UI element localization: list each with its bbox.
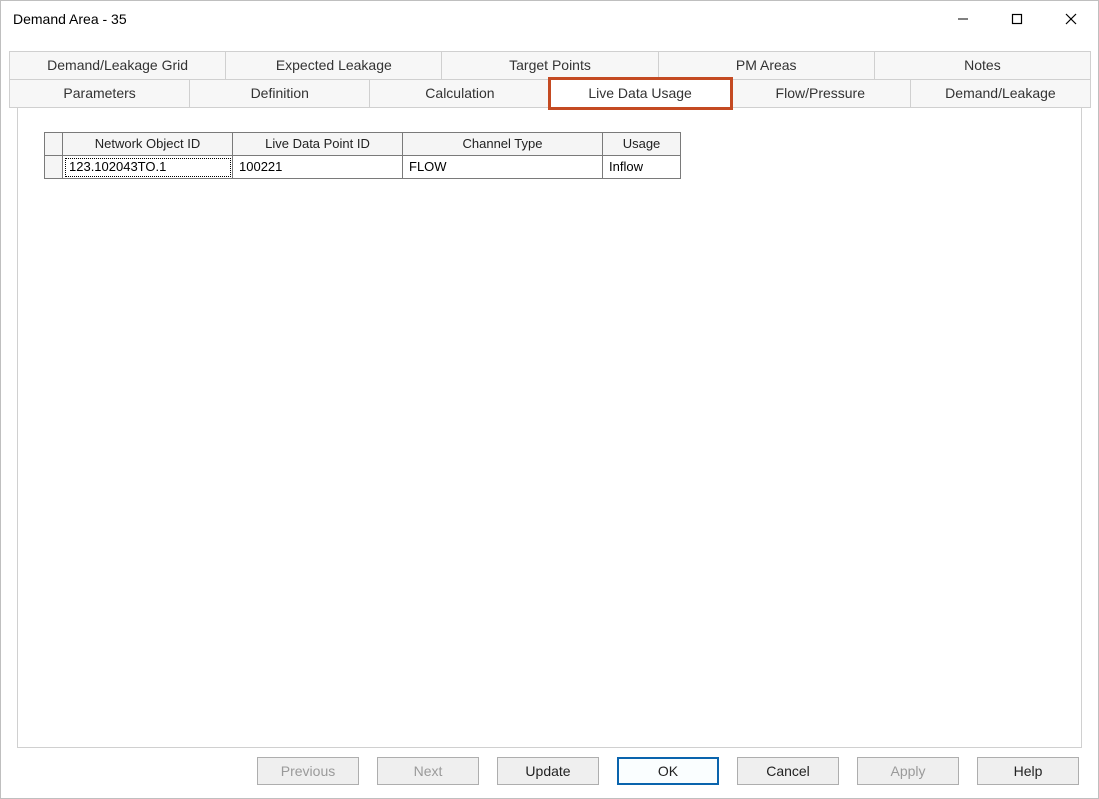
row-handle[interactable]: [45, 156, 63, 179]
ok-button[interactable]: OK: [617, 757, 719, 785]
cell-live-data-point-id[interactable]: 100221: [233, 156, 403, 179]
tab-demand-leakage-grid[interactable]: Demand/Leakage Grid: [9, 51, 226, 79]
tab-row-2: Parameters Definition Calculation Live D…: [9, 79, 1090, 108]
col-channel-type[interactable]: Channel Type: [403, 133, 603, 156]
tab-container: Demand/Leakage Grid Expected Leakage Tar…: [9, 51, 1090, 748]
maximize-icon: [1011, 13, 1023, 25]
col-usage[interactable]: Usage: [603, 133, 681, 156]
window-title: Demand Area - 35: [13, 11, 127, 27]
table-row[interactable]: 123.102043TO.1 100221 FLOW Inflow: [45, 156, 681, 179]
cell-network-object-id[interactable]: 123.102043TO.1: [63, 156, 233, 179]
tab-calculation[interactable]: Calculation: [369, 79, 550, 108]
col-network-object-id[interactable]: Network Object ID: [63, 133, 233, 156]
tab-target-points[interactable]: Target Points: [441, 51, 658, 79]
tab-demand-leakage[interactable]: Demand/Leakage: [910, 79, 1091, 108]
minimize-icon: [957, 13, 969, 25]
col-live-data-point-id[interactable]: Live Data Point ID: [233, 133, 403, 156]
update-button[interactable]: Update: [497, 757, 599, 785]
grid-header-row: Network Object ID Live Data Point ID Cha…: [45, 133, 681, 156]
tab-notes[interactable]: Notes: [874, 51, 1091, 79]
tab-live-data-usage[interactable]: Live Data Usage: [550, 79, 731, 108]
help-button[interactable]: Help: [977, 757, 1079, 785]
tab-definition[interactable]: Definition: [189, 79, 370, 108]
close-button[interactable]: [1044, 1, 1098, 37]
cancel-button[interactable]: Cancel: [737, 757, 839, 785]
live-data-grid[interactable]: Network Object ID Live Data Point ID Cha…: [44, 132, 681, 179]
tab-row-1: Demand/Leakage Grid Expected Leakage Tar…: [9, 51, 1090, 79]
tab-content: Network Object ID Live Data Point ID Cha…: [17, 108, 1082, 748]
title-bar: Demand Area - 35: [1, 1, 1098, 37]
close-icon: [1065, 13, 1077, 25]
window-controls: [936, 1, 1098, 37]
dialog-button-bar: Previous Next Update OK Cancel Apply Hel…: [257, 757, 1079, 785]
grid-corner: [45, 133, 63, 156]
maximize-button[interactable]: [990, 1, 1044, 37]
tab-expected-leakage[interactable]: Expected Leakage: [225, 51, 442, 79]
cell-usage[interactable]: Inflow: [603, 156, 681, 179]
tab-pm-areas[interactable]: PM Areas: [658, 51, 875, 79]
minimize-button[interactable]: [936, 1, 990, 37]
tab-flow-pressure[interactable]: Flow/Pressure: [730, 79, 911, 108]
previous-button[interactable]: Previous: [257, 757, 359, 785]
apply-button[interactable]: Apply: [857, 757, 959, 785]
next-button[interactable]: Next: [377, 757, 479, 785]
cell-channel-type[interactable]: FLOW: [403, 156, 603, 179]
tab-parameters[interactable]: Parameters: [9, 79, 190, 108]
